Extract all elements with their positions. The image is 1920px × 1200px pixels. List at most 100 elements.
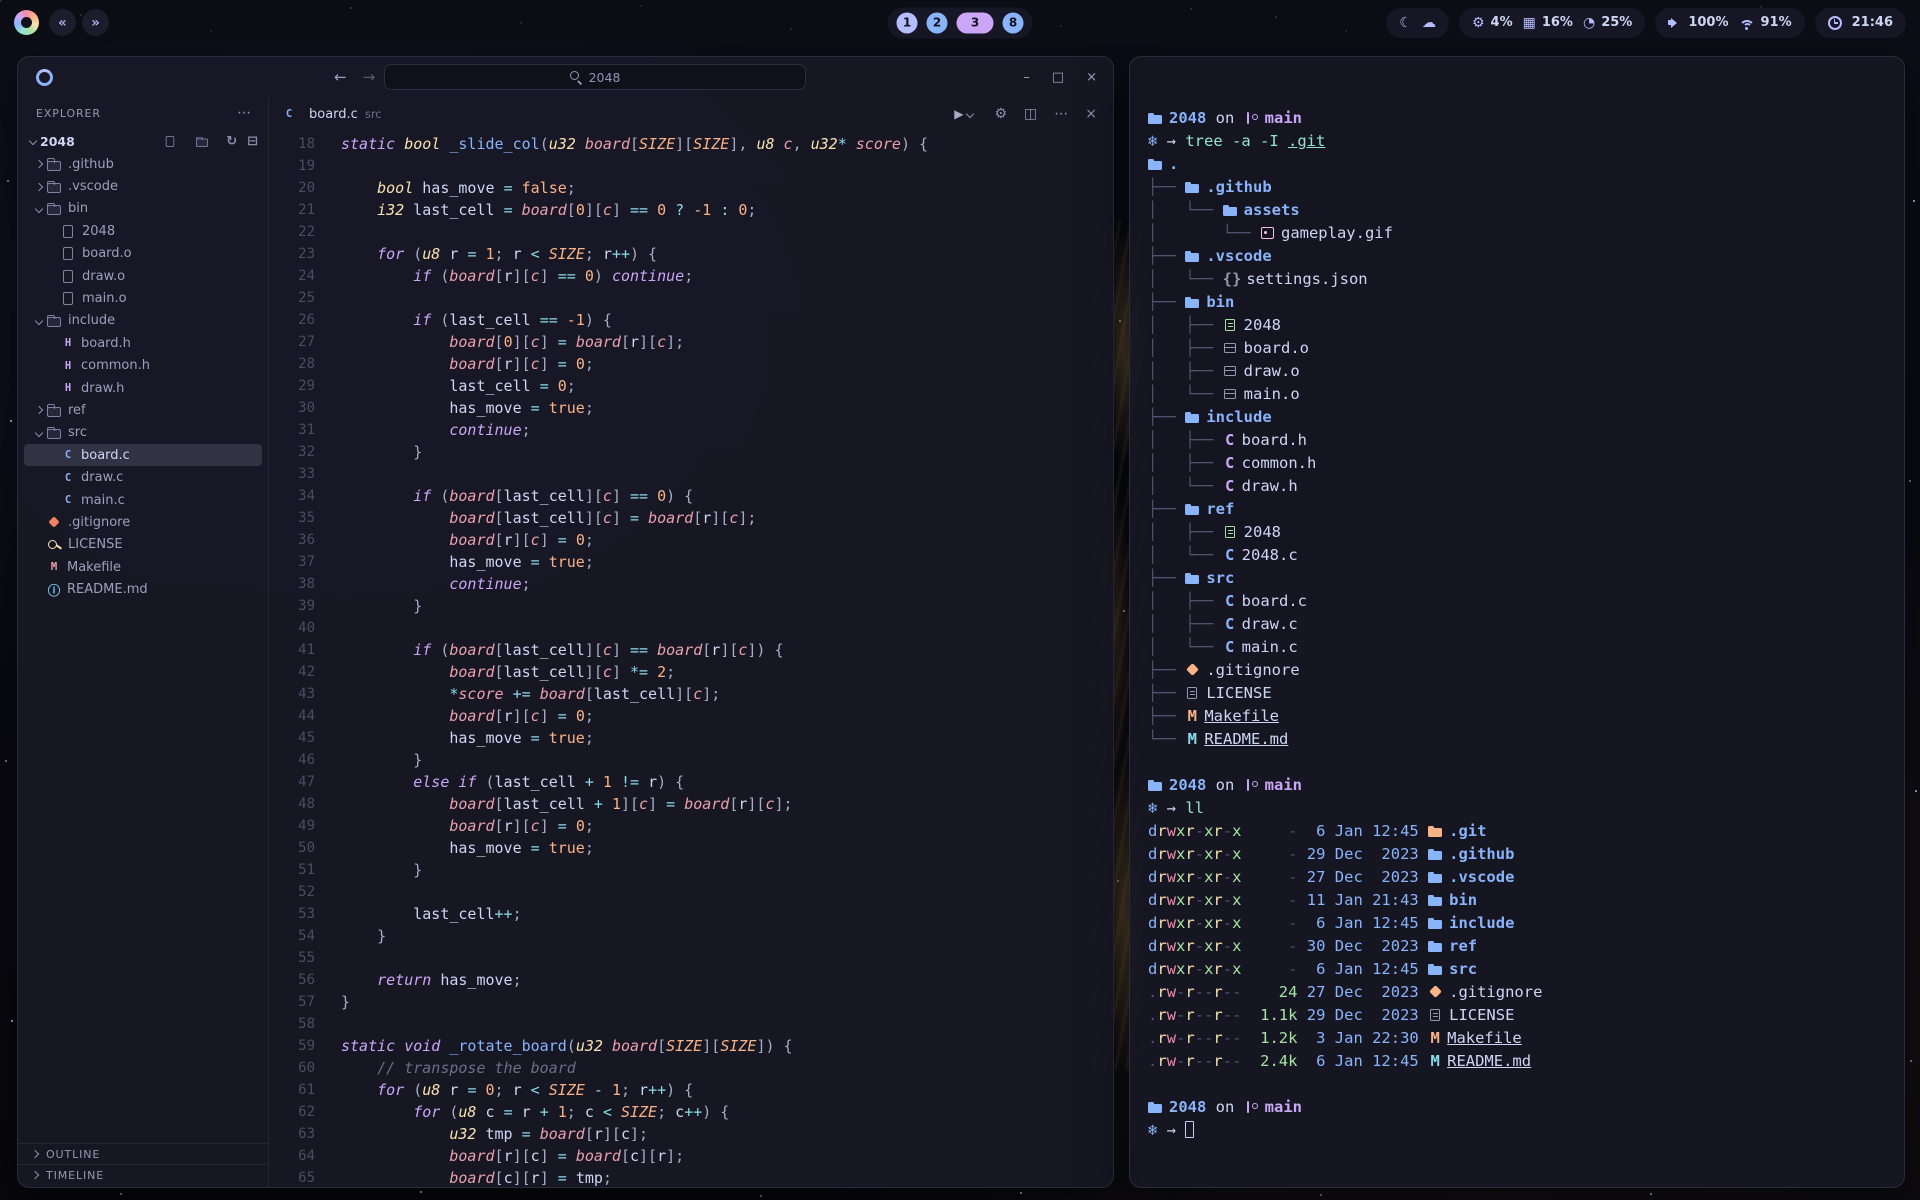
nav-next-button[interactable]: » bbox=[82, 9, 109, 36]
audio-network-widget[interactable]: 100% 91% bbox=[1655, 8, 1804, 38]
minimize-button[interactable]: – bbox=[1023, 70, 1030, 85]
file-name: Makefile bbox=[67, 560, 121, 575]
file-name: main.o bbox=[82, 291, 127, 306]
file-name: board.h bbox=[81, 336, 131, 351]
file-tree-item-common.h[interactable]: Hcommon.h bbox=[24, 355, 262, 377]
system-logo-icon[interactable] bbox=[14, 10, 39, 35]
code-line: 45 has_move = true; bbox=[269, 727, 1113, 749]
more-actions-icon[interactable]: ⋯ bbox=[1054, 106, 1068, 122]
file-tree-item-main.c[interactable]: Cmain.c bbox=[24, 489, 262, 511]
cpu-stat: ⚙ 4% bbox=[1472, 15, 1513, 31]
back-arrow-icon[interactable]: ← bbox=[334, 68, 347, 86]
code-line: 42 board[last_cell][c] *= 2; bbox=[269, 661, 1113, 683]
git-branch-icon bbox=[1244, 779, 1259, 791]
tab-board-c[interactable]: C board.c src bbox=[269, 97, 396, 131]
folder-icon bbox=[1428, 917, 1443, 929]
collapse-folders-icon[interactable]: ⊟ bbox=[247, 134, 258, 149]
run-file-icon[interactable]: ▶ bbox=[954, 107, 977, 121]
file-name: include bbox=[68, 313, 115, 328]
file-name: main.c bbox=[81, 493, 125, 508]
file-tree-item-ref[interactable]: ref bbox=[24, 399, 262, 421]
chevron-right-icon bbox=[28, 1172, 42, 1178]
history-nav: ← → bbox=[334, 68, 375, 86]
app-icon bbox=[36, 69, 53, 86]
folder-icon bbox=[1185, 503, 1200, 515]
workspace-3[interactable]: 3 bbox=[957, 12, 994, 33]
file-name: 2048 bbox=[82, 224, 115, 239]
new-folder-icon[interactable] bbox=[195, 135, 209, 146]
terminal-line: │ ├── Cboard.c bbox=[1148, 590, 1888, 613]
code-line: 63 u32 tmp = board[r][c]; bbox=[269, 1123, 1113, 1145]
file-tree-item-src[interactable]: src bbox=[24, 422, 262, 444]
file-tree-item-LICENSE[interactable]: LICENSE bbox=[24, 534, 262, 556]
outline-section[interactable]: OUTLINE bbox=[18, 1143, 268, 1164]
image-file-icon bbox=[1260, 227, 1275, 239]
file-tree-item-.vscode[interactable]: .vscode bbox=[24, 175, 262, 197]
workspace-1[interactable]: 1 bbox=[897, 12, 918, 33]
terminal-line: │ └── Cmain.c bbox=[1148, 636, 1888, 659]
folder-icon bbox=[1185, 572, 1200, 584]
code-editor[interactable]: 18static bool _slide_col(u32 board[SIZE]… bbox=[269, 131, 1113, 1187]
file-name: README.md bbox=[67, 582, 148, 597]
topbar-right: ☾ ☁ ⚙ 4% ▦ 16% ◔ 25% 100% 91% bbox=[1386, 8, 1906, 38]
split-editor-icon[interactable]: ◫ bbox=[1024, 106, 1037, 122]
nav-prev-button[interactable]: « bbox=[49, 9, 76, 36]
terminal-window[interactable]: 2048 on main❄ → tree -a -I .git.├── .git… bbox=[1129, 56, 1905, 1188]
code-line: 36 board[r][c] = 0; bbox=[269, 529, 1113, 551]
git-icon bbox=[1428, 986, 1443, 998]
settings-gear-icon[interactable]: ⚙ bbox=[994, 106, 1007, 122]
disk-usage: 25% bbox=[1601, 15, 1632, 30]
workspace-2[interactable]: 2 bbox=[927, 12, 948, 33]
file-tree-item-Makefile[interactable]: MMakefile bbox=[24, 556, 262, 578]
readme-icon: ⓘ bbox=[46, 583, 62, 596]
file-tree-item-main.o[interactable]: main.o bbox=[24, 287, 262, 309]
c-file-icon: C bbox=[1223, 613, 1237, 636]
file-tree-item-README.md[interactable]: ⓘ README.md bbox=[24, 578, 262, 600]
file-tree-item-.github[interactable]: .github bbox=[24, 153, 262, 175]
folder-icon bbox=[1148, 779, 1163, 791]
command-center-search[interactable]: 2048 bbox=[384, 64, 806, 90]
new-file-icon[interactable] bbox=[163, 135, 177, 146]
maximize-button[interactable]: □ bbox=[1052, 70, 1064, 85]
file-tree-item-board.c[interactable]: Cboard.c bbox=[24, 444, 262, 466]
file-name: draw.o bbox=[82, 269, 125, 284]
forward-arrow-icon[interactable]: → bbox=[363, 68, 376, 86]
system-stats-widget[interactable]: ⚙ 4% ▦ 16% ◔ 25% bbox=[1459, 8, 1645, 38]
file-name: bin bbox=[68, 201, 88, 216]
c-file-icon: C bbox=[60, 449, 76, 462]
file-tree-item-include[interactable]: include bbox=[24, 310, 262, 332]
terminal-line: │ └── Cdraw.h bbox=[1148, 475, 1888, 498]
file-tree-item-bin[interactable]: bin bbox=[24, 198, 262, 220]
file-tree-item-2048[interactable]: 2048 bbox=[24, 220, 262, 242]
timeline-label: TIMELINE bbox=[46, 1169, 104, 1182]
cpu-gear-icon: ⚙ bbox=[1472, 15, 1485, 31]
file-tree-item-draw.o[interactable]: draw.o bbox=[24, 265, 262, 287]
workspace-8[interactable]: 8 bbox=[1003, 12, 1024, 33]
clock-widget[interactable]: 21:46 bbox=[1815, 8, 1906, 38]
explorer-more-icon[interactable]: ⋯ bbox=[237, 105, 252, 121]
folder-icon bbox=[1148, 112, 1163, 124]
file-tree-item-draw.c[interactable]: Cdraw.c bbox=[24, 466, 262, 488]
code-line: 27 board[0][c] = board[r][c]; bbox=[269, 331, 1113, 353]
weather-widget[interactable]: ☾ ☁ bbox=[1386, 8, 1449, 38]
timeline-section[interactable]: TIMELINE bbox=[18, 1164, 268, 1185]
file-name: ref bbox=[68, 403, 86, 418]
file-tree-item-.gitignore[interactable]: .gitignore bbox=[24, 511, 262, 533]
terminal-line: │ └── main.o bbox=[1148, 383, 1888, 406]
terminal-line: ├── LICENSE bbox=[1148, 682, 1888, 705]
file-tree-item-draw.h[interactable]: Hdraw.h bbox=[24, 377, 262, 399]
code-line: 49 board[r][c] = 0; bbox=[269, 815, 1113, 837]
code-line: 53 last_cell++; bbox=[269, 903, 1113, 925]
close-button[interactable]: × bbox=[1086, 70, 1097, 85]
file-tree-item-board.h[interactable]: Hboard.h bbox=[24, 332, 262, 354]
close-editor-icon[interactable]: × bbox=[1085, 106, 1097, 122]
project-root-row[interactable]: 2048 ↻ ⊟ bbox=[18, 129, 268, 153]
file-tree-item-board.o[interactable]: board.o bbox=[24, 243, 262, 265]
terminal-line: ├── MMakefile bbox=[1148, 705, 1888, 728]
code-line: 51 } bbox=[269, 859, 1113, 881]
refresh-explorer-icon[interactable]: ↻ bbox=[226, 134, 237, 149]
terminal-line: .rw-r--r-- 2.4k 6 Jan 12:45 MREADME.md bbox=[1148, 1050, 1888, 1073]
terminal-cursor bbox=[1185, 1121, 1194, 1138]
clock-time: 21:46 bbox=[1852, 15, 1893, 30]
folder-icon bbox=[1148, 158, 1163, 170]
